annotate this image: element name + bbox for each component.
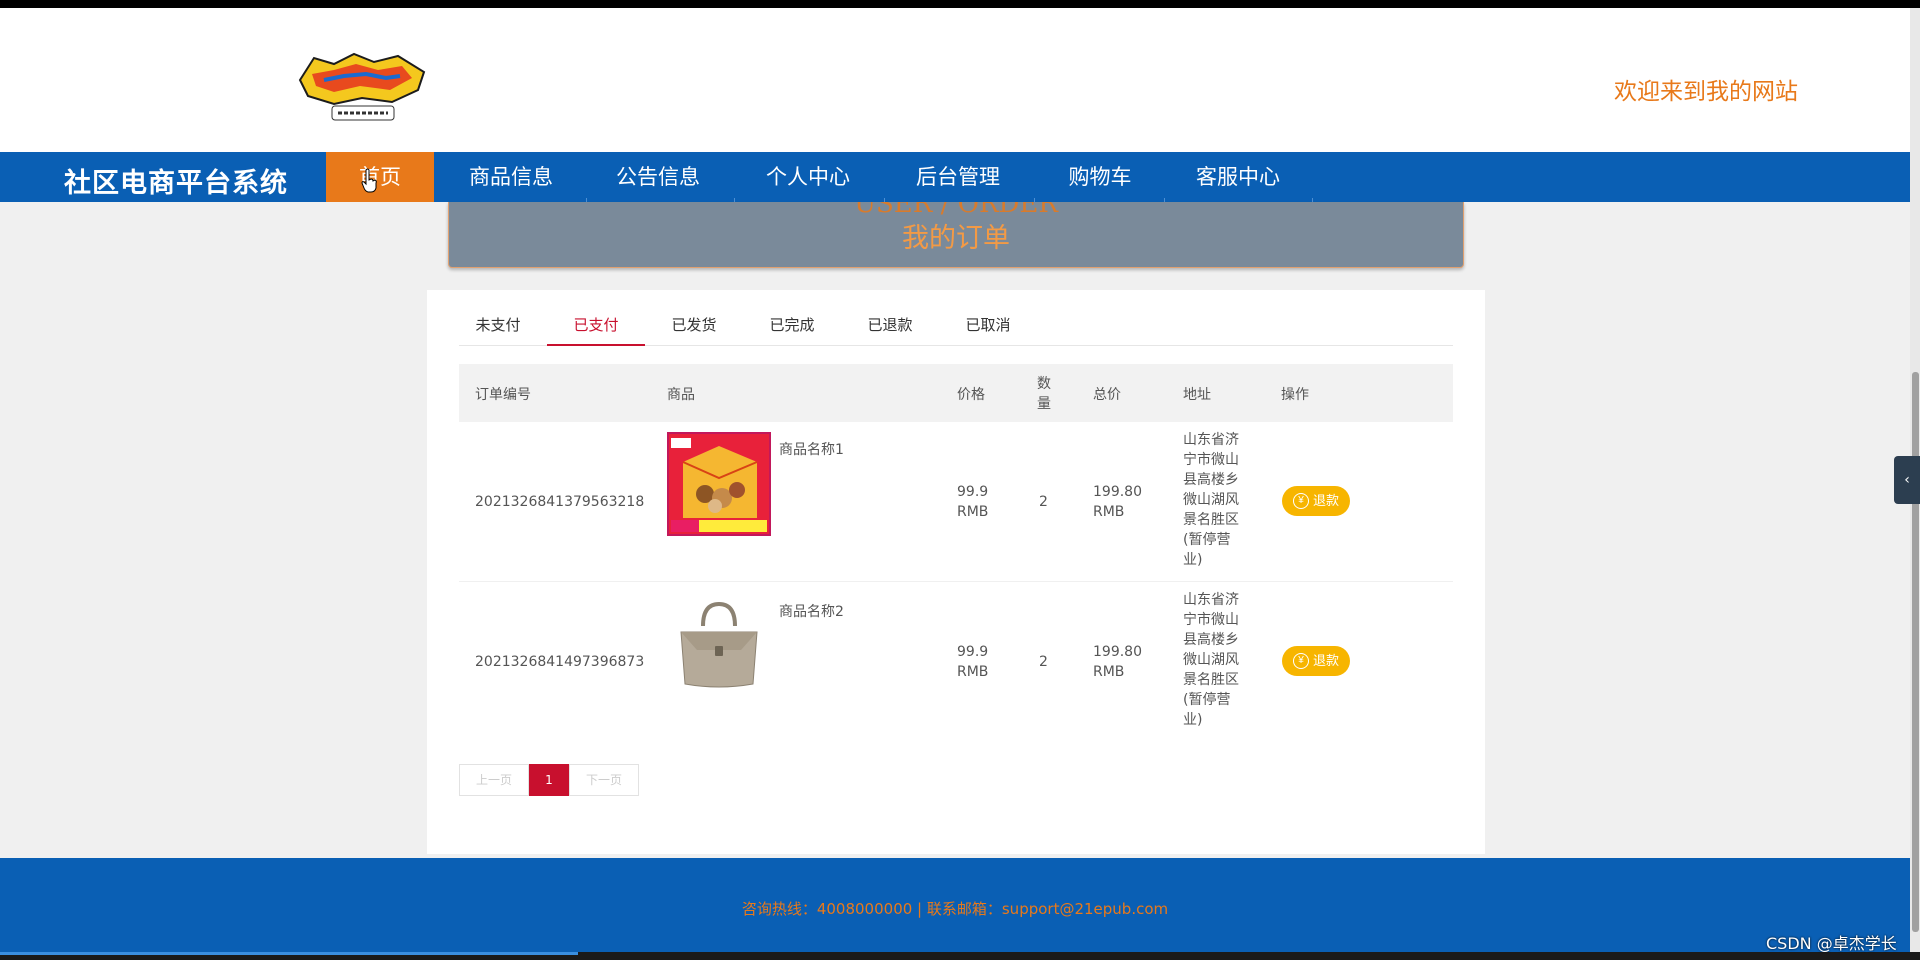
order-number: 2021326841497396873 [475,654,645,670]
nav-item-announcements[interactable]: 公告信息 [596,152,720,202]
nav-item-customer-service[interactable]: 客服中心 [1176,152,1300,202]
tab-refunded[interactable]: 已退款 [851,304,929,346]
product-price: 99.9 RMB [957,484,989,520]
footer: 咨询热线：4008000000 | 联系邮箱：support@21epub.co… [0,858,1910,952]
hand-cursor-icon [361,168,377,193]
page-number-button[interactable]: 1 [529,764,569,796]
product-price: 99.9 RMB [957,644,989,680]
snack-box-image[interactable] [667,432,771,536]
pagination: 上一页 1 下一页 [459,764,639,796]
table-row: 2021326841379563218 商品名称1 99.9 RMB 2 199… [459,422,1453,582]
tab-unpaid[interactable]: 未支付 [459,304,537,346]
column-header-qty: 数量 [1037,376,1051,412]
nav-item-products[interactable]: 商品信息 [446,152,576,202]
product-name[interactable]: 商品名称1 [779,440,844,460]
shipping-address: 山东省济宁市微山县高楼乡微山湖风景名胜区(暂停营业) [1183,592,1239,728]
table-header: 订单编号 商品 价格 数量 总价 地址 操作 [459,364,1453,422]
column-header-action: 操作 [1281,387,1309,403]
footer-contact: 咨询热线：4008000000 | 联系邮箱：support@21epub.co… [741,900,1169,918]
prev-page-button[interactable]: 上一页 [459,764,529,796]
yen-icon: ¥ [1292,493,1309,509]
refund-label: 退款 [1312,653,1339,668]
next-page-button[interactable]: 下一页 [569,764,639,796]
top-black-bar [0,0,1920,8]
welcome-text: 欢迎来到我的网站 [1614,79,1798,105]
order-number: 2021326841379563218 [475,494,645,510]
watermark: CSDN @卓杰学长 [1766,934,1897,953]
orders-panel: 未支付 已支付 已发货 已完成 已退款 已取消 订单编号 商品 价格 数量 总价… [427,290,1485,854]
handbag-image[interactable] [667,592,771,696]
table-row: 2021326841497396873 商品名称2 99.9 RMB 2 199… [459,582,1453,742]
product-name[interactable]: 商品名称2 [779,602,844,622]
nav-item-admin[interactable]: 后台管理 [896,152,1020,202]
refund-button[interactable]: ¥ 退款 [1282,486,1350,516]
main-nav: 社区电商平台系统 首页 商品信息 公告信息 个人中心 后台管理 购物车 客服中心 [0,152,1910,202]
column-header-address: 地址 [1183,387,1211,403]
order-total: 199.80 RMB [1093,644,1142,680]
column-header-price: 价格 [957,387,985,403]
header: 欢迎来到我的网站 [0,8,1910,152]
side-panel-toggle[interactable]: ‹ [1894,456,1920,504]
tab-completed[interactable]: 已完成 [753,304,831,346]
nav-item-personal-center[interactable]: 个人中心 [746,152,870,202]
tab-cancelled[interactable]: 已取消 [949,304,1027,346]
product-quantity: 2 [1039,494,1048,510]
refund-button[interactable]: ¥ 退款 [1282,646,1350,676]
video-progress-bar[interactable] [0,952,578,955]
site-logo[interactable] [294,50,430,126]
nav-item-home[interactable]: 首页 [326,152,434,202]
tab-paid[interactable]: 已支付 [547,304,645,346]
yen-icon: ¥ [1292,653,1309,669]
refund-label: 退款 [1312,493,1339,508]
shipping-address: 山东省济宁市微山县高楼乡微山湖风景名胜区(暂停营业) [1183,432,1239,568]
order-total: 199.80 RMB [1093,484,1142,520]
nav-item-cart[interactable]: 购物车 [1046,152,1154,202]
column-header-product: 商品 [667,387,695,403]
product-quantity: 2 [1039,654,1048,670]
order-status-tabs: 未支付 已支付 已发货 已完成 已退款 已取消 [459,304,1453,346]
column-header-total: 总价 [1093,387,1121,403]
site-title: 社区电商平台系统 [64,168,288,199]
banner-title: 我的订单 [902,223,1010,254]
chevron-left-icon: ‹ [1904,472,1910,488]
tab-shipped[interactable]: 已发货 [655,304,733,346]
page-banner: USER / ORDER 我的订单 [448,202,1464,268]
column-header-order-no: 订单编号 [475,387,531,403]
